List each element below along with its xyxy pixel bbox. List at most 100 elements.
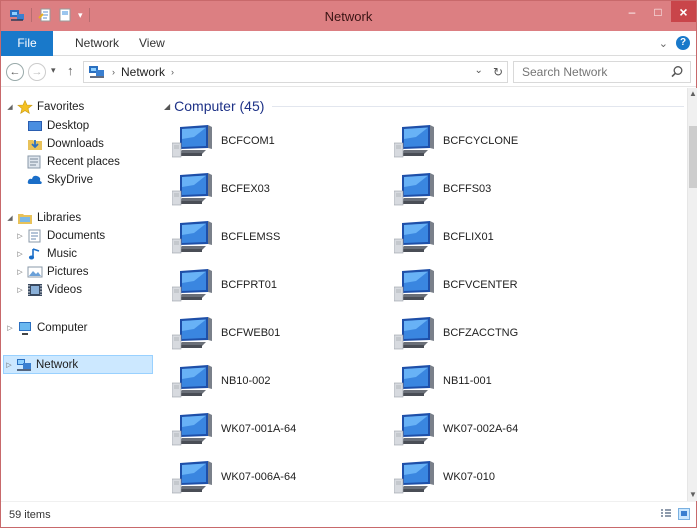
group-divider xyxy=(272,105,684,107)
computer-icon xyxy=(394,269,434,302)
maximize-button[interactable]: □ xyxy=(645,1,671,22)
vertical-scrollbar[interactable]: ▲ ▼ xyxy=(687,88,697,501)
computer-tile[interactable]: BCFLEMSS xyxy=(172,217,372,257)
sidebar-item-label: Pictures xyxy=(47,265,89,278)
refresh-icon[interactable]: ↻ xyxy=(493,65,503,79)
sidebar-item-pictures[interactable]: ▷ Pictures xyxy=(15,262,167,281)
recent-locations-icon[interactable]: ▾ xyxy=(51,65,56,76)
computer-icon xyxy=(19,321,31,335)
sidebar-item-network[interactable]: ▷ Network xyxy=(3,355,153,374)
collapsed-triangle-icon[interactable]: ▷ xyxy=(15,286,25,294)
computer-tile[interactable]: BCFZACCTNG xyxy=(394,313,594,353)
collapsed-triangle-icon[interactable]: ▷ xyxy=(15,268,25,276)
search-input[interactable] xyxy=(514,62,664,82)
computer-icon xyxy=(394,413,434,446)
help-icon[interactable]: ? xyxy=(676,36,690,50)
sidebar-item-recent-places[interactable]: Recent places xyxy=(25,152,177,171)
computer-tile[interactable]: BCFPRT01 xyxy=(172,265,372,305)
breadcrumb-network[interactable]: Network xyxy=(121,65,165,79)
computer-tile[interactable]: BCFFS03 xyxy=(394,169,594,209)
address-dropdown-icon[interactable]: ⌄ xyxy=(475,65,483,79)
computer-name: BCFWEB01 xyxy=(221,327,281,339)
collapsed-triangle-icon[interactable]: ▷ xyxy=(15,232,25,240)
computer-tile[interactable]: BCFCOM1 xyxy=(172,121,372,161)
tab-file[interactable]: File xyxy=(1,31,53,56)
computer-tile[interactable]: WK07-001A-64 xyxy=(172,409,372,449)
computer-tile[interactable]: WK07-010 xyxy=(394,457,594,497)
sidebar-item-videos[interactable]: ▷ Videos xyxy=(15,280,167,299)
computer-tile[interactable]: NB10-002 xyxy=(172,361,372,401)
computer-tile[interactable]: WK07-006A-64 xyxy=(172,457,372,497)
computer-name: WK07-010 xyxy=(443,471,495,483)
collapsed-triangle-icon[interactable]: ▷ xyxy=(15,250,25,258)
sidebar-item-favorites[interactable]: ◢ Favorites xyxy=(5,97,157,116)
search-icon[interactable] xyxy=(670,65,684,79)
sidebar-item-label: SkyDrive xyxy=(47,173,94,186)
address-bar[interactable]: › Network › ⌄ ↻ xyxy=(83,61,508,83)
forward-button[interactable]: → xyxy=(28,63,46,81)
documents-icon xyxy=(28,229,41,242)
computer-tile[interactable]: BCFCYCLONE xyxy=(394,121,594,161)
group-title: Computer (45) xyxy=(174,98,265,114)
tab-view[interactable]: View xyxy=(139,31,165,56)
computer-name: WK07-006A-64 xyxy=(221,471,297,483)
computer-name: NB10-002 xyxy=(221,375,271,387)
window-title: Network xyxy=(324,9,373,24)
breadcrumb-chevron-icon[interactable]: › xyxy=(171,67,174,77)
collapsed-triangle-icon[interactable]: ▷ xyxy=(5,324,15,332)
address-tools: ⌄ ↻ xyxy=(475,65,503,79)
expand-ribbon-icon[interactable]: ⌄ xyxy=(659,37,668,50)
computer-tile[interactable]: NB11-001 xyxy=(394,361,594,401)
breadcrumb-separator-icon[interactable]: › xyxy=(112,67,115,77)
scroll-up-icon[interactable]: ▲ xyxy=(688,88,697,100)
computer-name: BCFPRT01 xyxy=(221,279,278,291)
computer-icon xyxy=(394,221,434,254)
explorer-window: ▾ Network – □ × File Network View ⌄ ? ← … xyxy=(0,0,697,528)
computer-tile[interactable]: BCFLIX01 xyxy=(394,217,594,257)
title-bar[interactable]: ▾ Network – □ × xyxy=(1,1,696,31)
large-icons-view-icon[interactable] xyxy=(678,508,690,520)
downloads-icon xyxy=(28,139,42,150)
sidebar-item-computer[interactable]: ▷ Computer xyxy=(5,318,157,337)
sidebar-item-label: Desktop xyxy=(47,119,90,132)
computer-tile[interactable]: WK07-002A-64 xyxy=(394,409,594,449)
collapse-group-icon[interactable]: ◢ xyxy=(164,102,170,111)
search-box[interactable] xyxy=(513,61,691,83)
sidebar-item-documents[interactable]: ▷ Documents xyxy=(15,226,167,245)
close-button[interactable]: × xyxy=(671,1,696,22)
group-header-computer[interactable]: ◢ Computer (45) xyxy=(164,98,684,114)
computer-icon xyxy=(172,125,212,158)
computer-name: BCFFS03 xyxy=(443,183,492,195)
sidebar-item-label: Documents xyxy=(47,229,106,242)
collapsed-triangle-icon[interactable]: ▷ xyxy=(4,361,14,369)
network-icon xyxy=(17,358,31,371)
computer-icon xyxy=(172,365,212,398)
up-button[interactable]: ↑ xyxy=(67,63,74,78)
computer-name: WK07-002A-64 xyxy=(443,423,519,435)
back-button[interactable]: ← xyxy=(6,63,24,81)
recent-places-icon xyxy=(27,155,41,168)
content-pane: ◢ Computer (45) BCFCOM1 BCFCYCLONE BCFEX03… xyxy=(158,88,687,501)
sidebar-item-music[interactable]: ▷ Music xyxy=(15,244,167,263)
view-switcher xyxy=(660,508,690,520)
videos-icon xyxy=(28,283,42,296)
computer-tile[interactable]: BCFEX03 xyxy=(172,169,372,209)
computer-name: BCFZACCTNG xyxy=(443,327,519,339)
computer-name: NB11-001 xyxy=(443,375,492,387)
sidebar-item-skydrive[interactable]: SkyDrive xyxy=(25,170,177,189)
computer-icon xyxy=(394,173,434,206)
details-view-icon[interactable] xyxy=(660,508,672,520)
expanded-triangle-icon[interactable]: ◢ xyxy=(5,214,15,222)
scroll-down-icon[interactable]: ▼ xyxy=(688,489,697,501)
computer-name: BCFCOM1 xyxy=(221,135,275,147)
computer-tile[interactable]: BCFVCENTER xyxy=(394,265,594,305)
sidebar-item-libraries[interactable]: ◢ Libraries xyxy=(5,208,157,227)
computer-tile[interactable]: BCFWEB01 xyxy=(172,313,372,353)
expanded-triangle-icon[interactable]: ◢ xyxy=(5,103,15,111)
minimize-button[interactable]: – xyxy=(619,1,645,22)
tab-network[interactable]: Network xyxy=(75,31,119,56)
scrollbar-thumb[interactable] xyxy=(689,126,697,188)
music-icon xyxy=(28,247,40,259)
sidebar-item-desktop[interactable]: Desktop xyxy=(25,116,177,135)
sidebar-item-downloads[interactable]: Downloads xyxy=(25,134,177,153)
